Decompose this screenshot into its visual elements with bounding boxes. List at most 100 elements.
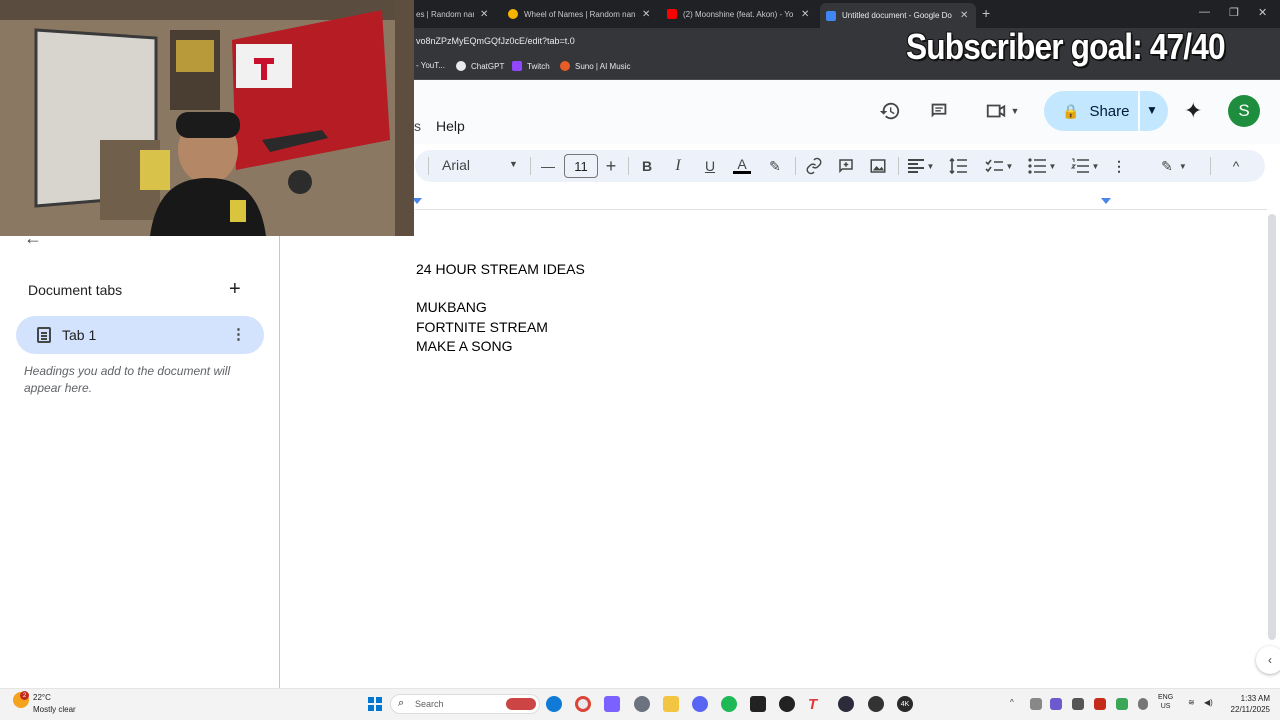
font-size-input[interactable]: 11: [564, 154, 598, 178]
restore-icon[interactable]: ❐: [1229, 6, 1239, 19]
lock-icon: 🔒: [1062, 102, 1080, 119]
menu-item-partial[interactable]: s: [414, 118, 421, 134]
comments-icon[interactable]: [926, 98, 952, 124]
gemini-sparkle-icon[interactable]: ✦: [1184, 98, 1202, 124]
decrease-font-size-icon[interactable]: —: [540, 156, 556, 176]
checklist-icon[interactable]: ▼: [982, 156, 1016, 176]
collapse-menus-icon[interactable]: ^: [1228, 156, 1244, 176]
file-explorer-icon[interactable]: [663, 696, 679, 712]
doc-heading[interactable]: 24 HOUR STREAM IDEAS: [416, 261, 585, 277]
capcut-icon[interactable]: [750, 696, 766, 712]
insert-image-icon[interactable]: [869, 156, 887, 176]
align-icon[interactable]: ▼: [906, 156, 936, 176]
bookmark-item[interactable]: - YouT...: [416, 61, 445, 70]
new-tab-icon[interactable]: +: [982, 5, 990, 21]
doc-line[interactable]: FORTNITE STREAM: [416, 319, 548, 335]
bookmark-item[interactable]: Twitch: [512, 61, 550, 71]
edge-icon[interactable]: [546, 696, 562, 712]
tray-icon[interactable]: [1072, 698, 1084, 710]
bookmark-item[interactable]: Suno | AI Music: [560, 61, 630, 71]
sidebar-item-tab-1[interactable]: [16, 316, 264, 354]
system-clock[interactable]: 1:33 AM 22/11/2025: [1226, 693, 1270, 715]
divider: [530, 157, 531, 175]
settings-icon[interactable]: [634, 696, 650, 712]
minimize-icon[interactable]: —: [1199, 6, 1210, 18]
avatar[interactable]: S: [1228, 95, 1260, 127]
discord-icon[interactable]: [692, 696, 708, 712]
tray-icon[interactable]: [1094, 698, 1106, 710]
numbered-list-icon[interactable]: ▼: [1068, 156, 1102, 176]
divider: [628, 157, 629, 175]
4k-app-icon[interactable]: 4K: [897, 696, 913, 712]
editing-mode-icon[interactable]: ✎ ▼: [1156, 156, 1192, 176]
sidebar-item-label[interactable]: Tab 1: [62, 327, 96, 343]
underline-icon[interactable]: U: [702, 156, 718, 176]
link-icon[interactable]: [805, 156, 823, 176]
text-color-icon[interactable]: A: [732, 156, 752, 176]
spotify-icon[interactable]: [721, 696, 737, 712]
browser-tab[interactable]: (2) Moonshine (feat. Akon) - Yo ✕: [667, 4, 809, 24]
close-icon[interactable]: ✕: [642, 9, 650, 20]
divider: [1138, 91, 1140, 131]
share-button[interactable]: 🔒 Share ▼: [1044, 91, 1168, 131]
weather-condition[interactable]: Mostly clear: [33, 705, 76, 714]
chevron-down-icon: ▼: [1005, 161, 1014, 171]
version-history-icon[interactable]: [877, 98, 903, 124]
menu-help[interactable]: Help: [436, 118, 465, 134]
divider: [428, 157, 429, 175]
highlight-icon[interactable]: ✎: [766, 156, 784, 176]
browser-tab-label: es | Random nam: [416, 9, 474, 19]
line-spacing-icon[interactable]: [948, 156, 968, 176]
document-icon: [37, 327, 51, 343]
volume-icon[interactable]: ◀): [1204, 698, 1213, 707]
scrollbar[interactable]: [1268, 214, 1276, 640]
tray-icon[interactable]: [1030, 698, 1042, 710]
microphone-icon[interactable]: [1138, 698, 1148, 710]
more-options-icon[interactable]: ⋮: [231, 325, 246, 343]
close-icon[interactable]: ✕: [960, 10, 968, 21]
tray-icon[interactable]: [1050, 698, 1062, 710]
media-player-icon[interactable]: [779, 696, 795, 712]
app-icon[interactable]: [868, 696, 884, 712]
tray-icon[interactable]: [1116, 698, 1128, 710]
windows-start-icon[interactable]: [368, 697, 382, 711]
chevron-up-icon[interactable]: ^: [1010, 698, 1014, 707]
add-tab-icon[interactable]: +: [229, 278, 241, 301]
search-highlight-icon[interactable]: [506, 698, 536, 710]
chevron-left-icon[interactable]: ‹: [1256, 646, 1280, 674]
more-options-icon[interactable]: ⋮: [1112, 156, 1126, 176]
close-icon[interactable]: ✕: [801, 9, 809, 20]
chrome-icon[interactable]: [575, 696, 591, 712]
chevron-down-icon[interactable]: ▼: [509, 159, 518, 169]
chatgpt-icon: [456, 61, 466, 71]
text-app-icon[interactable]: T: [808, 696, 824, 713]
copilot-icon[interactable]: [604, 696, 620, 712]
italic-icon[interactable]: I: [670, 156, 686, 176]
close-window-icon[interactable]: ✕: [1258, 6, 1267, 19]
url-text[interactable]: vo8nZPzMyEQmGQfJz0cE/edit?tab=t.0: [416, 36, 575, 46]
doc-line[interactable]: MUKBANG: [416, 299, 487, 315]
ruler: [415, 196, 1267, 210]
obs-icon[interactable]: [838, 696, 854, 712]
language-indicator[interactable]: ENG US: [1158, 693, 1173, 711]
bookmark-item[interactable]: ChatGPT: [456, 61, 504, 71]
browser-tab[interactable]: es | Random nam ✕: [416, 4, 488, 24]
browser-tab-active[interactable]: Untitled document - Google Do ✕: [820, 3, 976, 28]
right-indent-marker[interactable]: [1101, 198, 1111, 204]
meet-icon[interactable]: ▼: [980, 98, 1024, 124]
weather-temp[interactable]: 22°C: [33, 693, 51, 702]
bold-icon[interactable]: B: [639, 156, 655, 176]
font-select[interactable]: Arial: [442, 157, 470, 173]
browser-tab-label: (2) Moonshine (feat. Akon) - Yo: [683, 9, 794, 19]
browser-tab-label: Wheel of Names | Random nan: [524, 9, 636, 19]
search-placeholder[interactable]: Search: [415, 699, 444, 709]
notification-badge: 2: [20, 691, 29, 700]
increase-font-size-icon[interactable]: +: [603, 156, 619, 176]
browser-tab[interactable]: Wheel of Names | Random nan ✕: [508, 4, 650, 24]
wifi-icon[interactable]: ≋: [1188, 698, 1195, 707]
doc-line[interactable]: MAKE A SONG: [416, 338, 512, 354]
chevron-down-icon[interactable]: ▼: [1146, 103, 1158, 117]
close-icon[interactable]: ✕: [480, 9, 488, 20]
add-comment-icon[interactable]: [837, 156, 855, 176]
bulleted-list-icon[interactable]: ▼: [1025, 156, 1059, 176]
